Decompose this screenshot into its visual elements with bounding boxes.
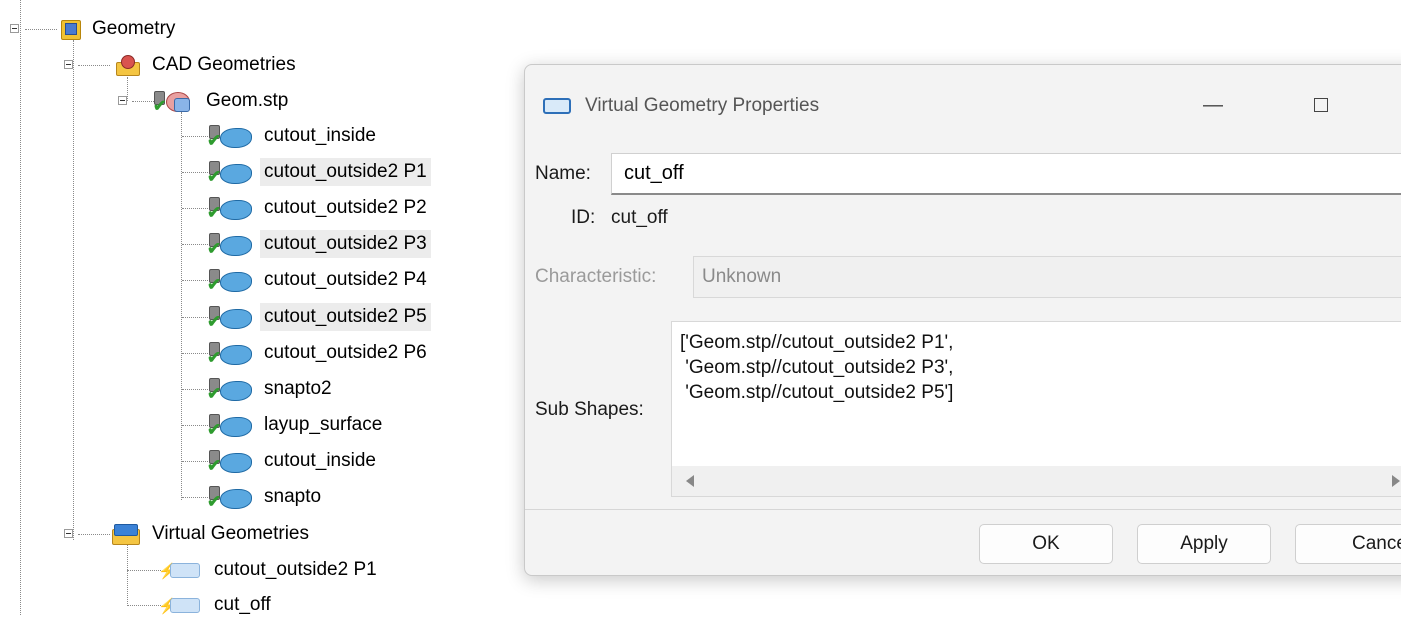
locked-surface-icon: ✔ (206, 413, 254, 438)
tree-node-part[interactable]: ✔ snapto2 (206, 375, 336, 403)
tree-node-label: Virtual Geometries (152, 523, 309, 544)
apply-button[interactable]: Apply (1137, 524, 1271, 564)
characteristic-label: Characteristic: (535, 266, 657, 287)
cad-geometries-icon (114, 54, 142, 76)
tree-connector (182, 317, 208, 318)
locked-surface-icon: ✔ (206, 377, 254, 402)
virtual-geometries-icon (110, 523, 142, 545)
tree-node-label: Geom.stp (206, 90, 289, 111)
locked-surface-icon: ✔ (206, 196, 254, 221)
tree-node-label: CAD Geometries (152, 54, 296, 75)
locked-surface-icon: ✔ (206, 232, 254, 257)
tree-node-part[interactable]: ✔ layup_surface (206, 411, 386, 439)
maximize-button[interactable] (1300, 87, 1340, 123)
collapse-toggle-geom-stp[interactable] (118, 96, 127, 105)
tree-connector (127, 605, 161, 606)
tree-node-part[interactable]: ✔ cutout_outside2 P2 (206, 194, 431, 222)
tree-connector (78, 65, 110, 66)
tree-node-label: cutout_outside2 P3 (260, 230, 431, 258)
close-button[interactable]: ✕ (1393, 87, 1401, 123)
tree-connector (127, 570, 161, 571)
id-label: ID: (571, 207, 596, 228)
tree-node-label: cutout_outside2 P2 (264, 197, 427, 218)
locked-surface-icon: ✔ (206, 124, 254, 149)
cancel-button[interactable]: Cancel (1295, 524, 1401, 564)
tree-connector (181, 112, 182, 500)
subshapes-text: ['Geom.stp//cutout_outside2 P1', 'Geom.s… (680, 332, 954, 403)
virtual-geometry-properties-dialog: Virtual Geometry Properties — ✕ Name: ID… (524, 64, 1401, 576)
tree-connector (182, 208, 208, 209)
virtual-surface-icon: ⚡ (158, 594, 204, 616)
subshapes-label: Sub Shapes: (535, 399, 644, 420)
scroll-left-icon[interactable] (686, 475, 694, 487)
tree-connector (127, 540, 128, 606)
tree-node-label: cutout_outside2 P1 (214, 559, 377, 580)
tree-node-geom-stp[interactable]: ✔ Geom.stp (152, 87, 292, 115)
tree-connector (20, 0, 21, 615)
step-file-icon: ✔ (152, 89, 196, 115)
tree-node-part[interactable]: ✔ cutout_outside2 P3 (206, 230, 431, 258)
scroll-right-icon[interactable] (1392, 475, 1400, 487)
tree-node-part[interactable]: ✔ cutout_outside2 P4 (206, 266, 431, 294)
locked-surface-icon: ✔ (206, 160, 254, 185)
id-value: cut_off (611, 207, 668, 228)
tree-node-label: Geometry (92, 18, 176, 39)
tree-node-label: snapto2 (264, 378, 332, 399)
geometry-folder-icon (60, 18, 82, 40)
tree-connector (182, 497, 208, 498)
minimize-button[interactable]: — (1193, 87, 1233, 123)
horizontal-scrollbar[interactable] (672, 466, 1401, 496)
tree-node-label: cutout_outside2 P4 (264, 269, 427, 290)
name-input[interactable] (611, 153, 1401, 195)
tree-connector (182, 389, 208, 390)
tree-node-geometry[interactable]: Geometry (60, 15, 179, 43)
tree-connector (182, 461, 208, 462)
locked-surface-icon: ✔ (206, 485, 254, 510)
virtual-surface-icon: ⚡ (158, 559, 204, 581)
tree-connector (78, 534, 110, 535)
tree-node-part[interactable]: ✔ cutout_inside (206, 447, 380, 475)
tree-node-label: snapto (264, 486, 322, 507)
tree-node-virtual-item[interactable]: ⚡ cutout_outside2 P1 (158, 556, 381, 584)
locked-surface-icon: ✔ (206, 449, 254, 474)
tree-node-label: cutout_outside2 P1 (260, 158, 431, 186)
footer-divider (525, 509, 1401, 510)
tree-node-part[interactable]: ✔ cutout_outside2 P5 (206, 303, 431, 331)
collapse-toggle-virtual-geometries[interactable] (64, 529, 73, 538)
tree-node-cad-geometries[interactable]: CAD Geometries (114, 51, 300, 79)
tree-connector (25, 29, 57, 30)
tree-node-part[interactable]: ✔ cutout_outside2 P6 (206, 339, 431, 367)
dialog-title: Virtual Geometry Properties (585, 95, 820, 116)
tree-node-virtual-geometries[interactable]: Virtual Geometries (110, 520, 313, 548)
tree-node-label: layup_surface (264, 414, 383, 435)
characteristic-field: Unknown (693, 256, 1401, 298)
locked-surface-icon: ✔ (206, 305, 254, 330)
tree-connector (127, 77, 128, 101)
tree-connector (182, 280, 208, 281)
tree-node-part[interactable]: ✔ cutout_outside2 P1 (206, 158, 431, 186)
tree-connector (182, 136, 208, 137)
tree-node-label: cutout_outside2 P6 (264, 342, 427, 363)
subshapes-textarea[interactable]: ['Geom.stp//cutout_outside2 P1', 'Geom.s… (671, 321, 1401, 497)
collapse-toggle-geometry[interactable] (10, 24, 19, 33)
tree-node-label: cutout_inside (264, 450, 376, 471)
collapse-toggle-cad-geometries[interactable] (64, 60, 73, 69)
tree-node-part[interactable]: ✔ snapto (206, 483, 325, 511)
ok-button[interactable]: OK (979, 524, 1113, 564)
tree-node-label: cutout_outside2 P5 (260, 303, 431, 331)
name-label: Name: (535, 163, 591, 184)
tree-connector (182, 425, 208, 426)
tree-connector (73, 40, 74, 540)
locked-surface-icon: ✔ (206, 268, 254, 293)
tree-connector (182, 172, 208, 173)
tree-connector (182, 244, 208, 245)
maximize-icon (1314, 98, 1328, 112)
locked-surface-icon: ✔ (206, 341, 254, 366)
dialog-titlebar[interactable]: Virtual Geometry Properties — ✕ (525, 65, 1401, 129)
tree-node-label: cutout_inside (264, 125, 376, 146)
geometry-tree: Geometry CAD Geometries ✔ Geom.stp ✔ cuto… (0, 0, 520, 615)
tree-connector (182, 353, 208, 354)
tree-node-part[interactable]: ✔ cutout_inside (206, 122, 380, 150)
virtual-geometry-icon (541, 95, 571, 114)
